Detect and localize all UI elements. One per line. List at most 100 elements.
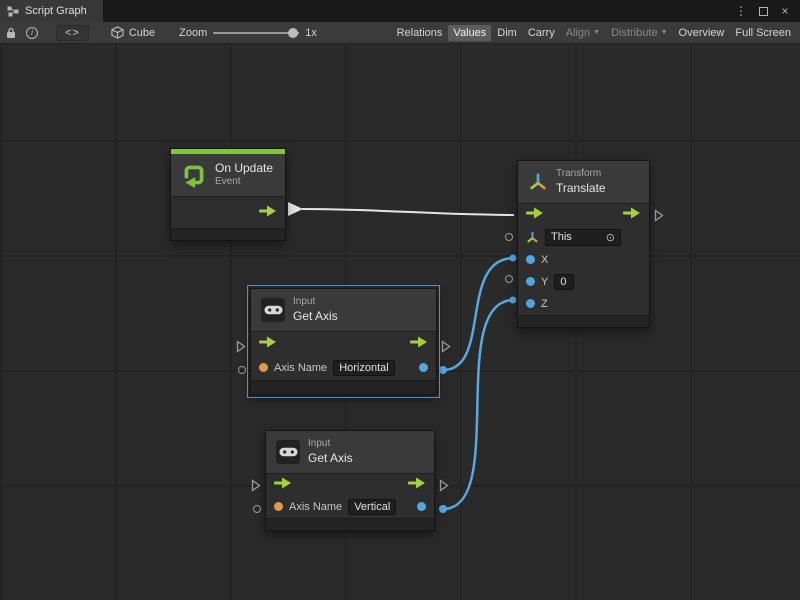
relations-button[interactable]: Relations — [392, 25, 448, 41]
flow-output-port[interactable] — [259, 205, 277, 220]
wire-endpoint — [510, 255, 517, 262]
flow-in-marker[interactable] — [251, 479, 261, 497]
window-controls: ⋮ × — [732, 0, 800, 22]
flow-wire-arrowhead — [288, 202, 303, 216]
value-input-port-x[interactable] — [526, 255, 535, 264]
gamepad-icon — [276, 440, 300, 464]
tab-script-graph[interactable]: Script Graph — [0, 0, 103, 22]
node-header[interactable]: Input Get Axis — [266, 431, 434, 474]
target-row: This ⊙ — [518, 226, 649, 249]
code-view-button[interactable]: <> — [56, 25, 89, 41]
wire-vertical-to-z[interactable] — [443, 300, 514, 509]
object-picker-icon[interactable]: ⊙ — [606, 231, 615, 244]
dim-button[interactable]: Dim — [492, 25, 522, 41]
zoom-slider[interactable] — [213, 32, 299, 34]
node-title: Input — [308, 438, 353, 451]
zoom-slider-handle[interactable] — [288, 28, 298, 38]
zoom-control: Zoom 1x — [179, 27, 317, 39]
flow-row — [251, 332, 436, 356]
node-on-update[interactable]: On Update Event — [170, 148, 286, 241]
port-label-axis-name: Axis Name — [289, 501, 342, 513]
wire-endpoint — [439, 366, 447, 374]
unconnected-port-marker[interactable] — [505, 233, 513, 241]
full-screen-button[interactable]: Full Screen — [730, 25, 796, 41]
node-footer — [251, 380, 436, 394]
flow-in-marker[interactable] — [236, 340, 246, 358]
window-menu-button[interactable]: ⋮ — [732, 2, 750, 20]
axis-name-field[interactable]: Horizontal — [333, 360, 395, 376]
flow-out-marker[interactable] — [654, 209, 664, 227]
flow-row — [518, 204, 649, 226]
port-label-axis-name: Axis Name — [274, 362, 327, 374]
node-subtitle: Get Axis — [293, 309, 338, 324]
value-input-port-z[interactable] — [526, 299, 535, 308]
this-object-field[interactable]: This ⊙ — [545, 229, 621, 246]
value-row-axis-name: Axis Name Horizontal — [251, 356, 436, 380]
lock-button[interactable] — [4, 27, 18, 39]
node-header[interactable]: On Update Event — [171, 154, 285, 197]
unconnected-port-marker[interactable] — [253, 505, 261, 513]
carry-button[interactable]: Carry — [523, 25, 560, 41]
port-label-y: Y — [541, 276, 548, 288]
string-input-port[interactable] — [259, 363, 268, 372]
info-icon: i — [26, 27, 38, 39]
values-button[interactable]: Values — [448, 25, 491, 41]
lock-icon — [6, 27, 16, 39]
zoom-label: Zoom — [179, 27, 207, 39]
chevron-down-icon: ▼ — [661, 29, 668, 36]
wire-horizontal-to-x[interactable] — [443, 258, 514, 370]
flow-out-marker[interactable] — [441, 340, 451, 358]
value-input-port-y[interactable] — [526, 277, 535, 286]
value-row-x: X — [518, 249, 649, 271]
this-object-value: This — [551, 231, 572, 243]
unconnected-port-marker[interactable] — [505, 275, 513, 283]
node-footer — [518, 315, 649, 327]
close-button[interactable]: × — [776, 2, 794, 20]
graph-canvas[interactable]: On Update Event Transform — [0, 44, 800, 600]
value-row-axis-name: Axis Name Vertical — [266, 496, 434, 518]
flow-output-port[interactable] — [408, 477, 426, 492]
string-input-port[interactable] — [274, 502, 283, 511]
unconnected-port-marker[interactable] — [238, 366, 246, 374]
toolbar: i <> Cube Zoom 1x Relations Values Dim C… — [0, 22, 800, 44]
axis-name-field[interactable]: Vertical — [348, 499, 396, 515]
chevron-down-icon: ▼ — [593, 29, 600, 36]
flow-input-port[interactable] — [259, 336, 277, 351]
node-title: On Update — [215, 161, 273, 176]
y-value-field[interactable]: 0 — [554, 274, 574, 290]
context-selector[interactable]: Cube — [111, 26, 155, 39]
transform-gizmo-icon-small — [526, 231, 539, 244]
node-header[interactable]: Input Get Axis — [251, 289, 436, 332]
wire-endpoint — [510, 297, 517, 304]
node-get-axis-horizontal[interactable]: Input Get Axis Axis Name Horizontal — [250, 288, 437, 395]
node-footer — [171, 228, 285, 240]
maximize-button[interactable] — [754, 2, 772, 20]
node-title: Transform — [556, 168, 606, 181]
distribute-dropdown[interactable]: Distribute▼ — [606, 25, 672, 41]
node-transform-translate[interactable]: Transform Translate This — [517, 160, 650, 328]
value-output-port[interactable] — [419, 363, 428, 372]
overview-button[interactable]: Overview — [674, 25, 730, 41]
node-title: Input — [293, 296, 338, 309]
value-row-z: Z — [518, 293, 649, 315]
node-header[interactable]: Transform Translate — [518, 161, 649, 204]
tab-title: Script Graph — [25, 5, 87, 17]
port-label-x: X — [541, 254, 548, 266]
wire-onupdate-to-translate[interactable] — [302, 209, 514, 215]
value-output-port[interactable] — [417, 502, 426, 511]
align-dropdown[interactable]: Align▼ — [561, 25, 605, 41]
node-subtitle: Event — [215, 176, 273, 189]
zoom-value: 1x — [305, 27, 317, 39]
flow-output-port[interactable] — [410, 336, 428, 351]
flow-input-port[interactable] — [274, 477, 292, 492]
node-get-axis-vertical[interactable]: Input Get Axis Axis Name Vertical — [265, 430, 435, 531]
flow-input-port[interactable] — [526, 207, 544, 222]
loop-event-icon — [181, 162, 207, 188]
gamepad-icon — [261, 298, 285, 322]
flow-output-port[interactable] — [623, 207, 641, 222]
node-subtitle: Translate — [556, 181, 606, 196]
flow-out-marker[interactable] — [439, 479, 449, 497]
inspect-button[interactable]: i — [24, 27, 40, 39]
node-subtitle: Get Axis — [308, 451, 353, 466]
titlebar: Script Graph ⋮ × — [0, 0, 800, 22]
